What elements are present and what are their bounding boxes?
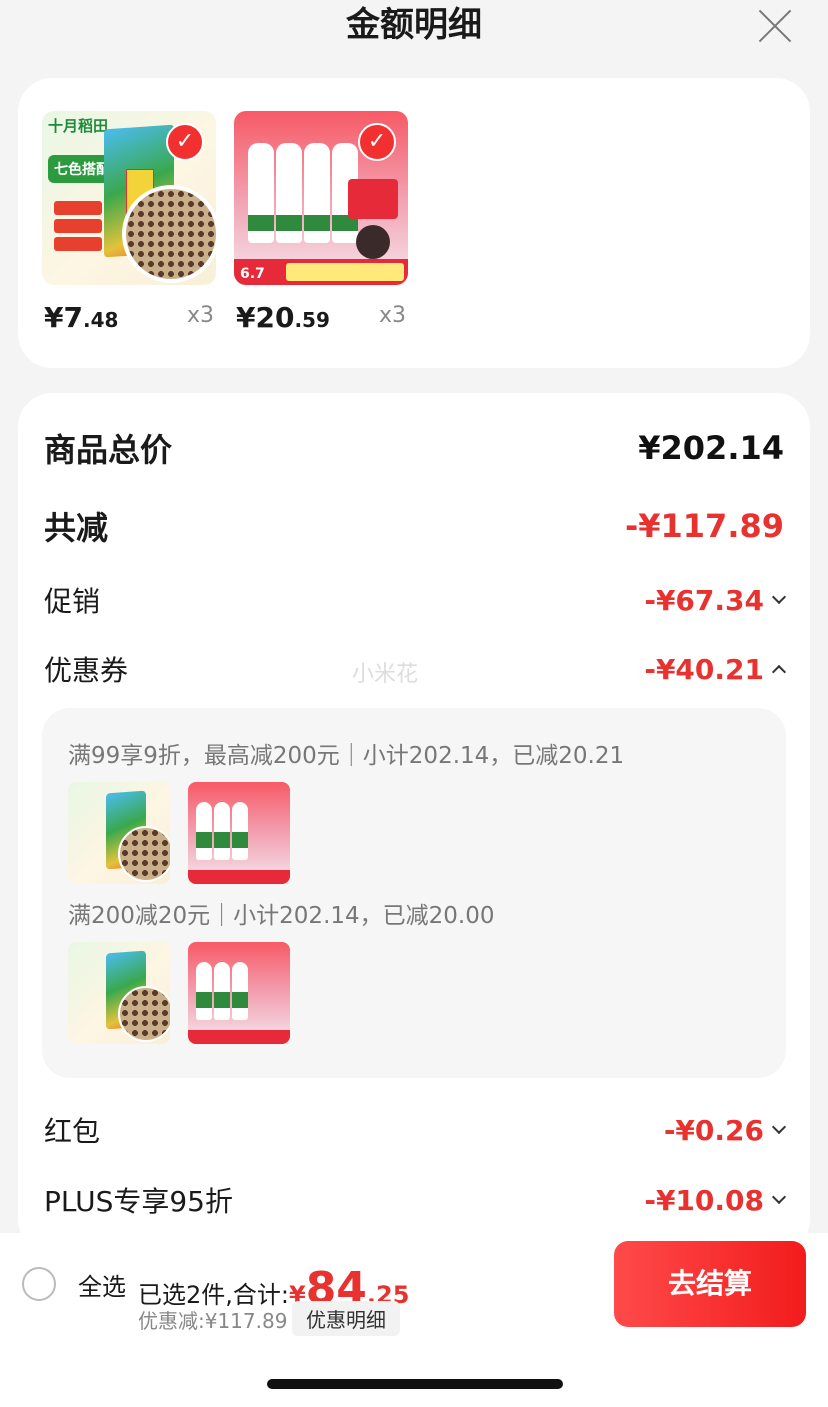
- check-icon[interactable]: ✓: [358, 123, 396, 161]
- bottle-graphic: [214, 962, 230, 1020]
- product-thumb-milk: [188, 782, 290, 884]
- redpacket-row[interactable]: 红包 -¥0.26: [44, 1110, 787, 1150]
- bottle-graphic: [232, 802, 248, 860]
- bottle-graphic: [276, 143, 302, 243]
- page-title: 金额明细: [346, 5, 482, 45]
- total-value: ¥202.14: [638, 429, 784, 467]
- select-all-label[interactable]: 全选: [78, 1267, 126, 1302]
- coupon-detail-box: 满99享9折，最高减200元｜小计202.14，已减20.21 满200减20元…: [42, 708, 786, 1078]
- sale-badge: [348, 179, 398, 219]
- plus-value: -¥10.08: [644, 1184, 787, 1217]
- total-label: 商品总价: [44, 431, 173, 469]
- chevron-down-icon[interactable]: [771, 1119, 787, 1135]
- bowl-graphic: [118, 986, 170, 1042]
- product-price: ¥20.59: [236, 301, 330, 334]
- bottle-graphic: [214, 802, 230, 860]
- bowl-graphic: [122, 185, 216, 283]
- promo-band: [188, 1030, 290, 1044]
- product-thumb-rice: [68, 942, 170, 1044]
- reduce-value: -¥117.89: [624, 507, 784, 545]
- product-brand: 十月稻田: [48, 117, 109, 135]
- product-price: ¥7.48: [44, 301, 119, 334]
- plus-label: PLUS专享95折: [44, 1185, 233, 1218]
- promo-label: 促销: [44, 585, 101, 618]
- promo-row[interactable]: 促销 -¥67.34: [44, 580, 787, 620]
- product-qty: x3: [378, 303, 406, 328]
- model-photo: [356, 225, 390, 259]
- bottle-graphic: [196, 962, 212, 1020]
- redpacket-label: 红包: [44, 1115, 101, 1148]
- chevron-up-icon[interactable]: [771, 664, 787, 680]
- product-item[interactable]: 6.7 ✓ ¥20.59 x3: [234, 111, 408, 334]
- chevron-down-icon[interactable]: [771, 1189, 787, 1205]
- home-indicator: [267, 1379, 563, 1389]
- product-image-milk: 6.7 ✓: [234, 111, 408, 285]
- coupon-rule: 满99享9折，最高减200元｜小计202.14，已减20.21: [68, 743, 625, 769]
- bottle-graphic: [304, 143, 330, 243]
- product-image-rice: 十月稻田 七色搭配 ✓: [42, 111, 216, 285]
- bottle-graphic: [196, 802, 212, 860]
- bowl-graphic: [118, 826, 170, 882]
- coupon-rule: 满200减20元｜小计202.14，已减20.00: [68, 903, 495, 929]
- discount-detail-button[interactable]: 优惠明细: [292, 1301, 400, 1336]
- reduce-row: 共减 -¥117.89: [44, 506, 784, 547]
- checkout-bar: 全选 已选2件,合计:¥84.25 优惠减:¥117.89 优惠明细 去结算: [0, 1233, 828, 1407]
- check-icon[interactable]: ✓: [166, 123, 204, 161]
- product-item[interactable]: 十月稻田 七色搭配 ✓ ¥7.48 x3: [42, 111, 216, 334]
- checkout-button[interactable]: 去结算: [614, 1241, 806, 1327]
- product-card: 十月稻田 七色搭配 ✓ ¥7.48 x3 6.7 ✓ ¥20.59 x3: [18, 78, 810, 368]
- saved-amount: 优惠减:¥117.89: [138, 1309, 288, 1333]
- plus-row[interactable]: PLUS专享95折 -¥10.08: [44, 1180, 787, 1220]
- coupon-value: -¥40.21: [644, 653, 787, 686]
- label-pill: [54, 237, 102, 251]
- promo-value: -¥67.34: [644, 584, 787, 617]
- redpacket-value: -¥0.26: [664, 1114, 787, 1147]
- select-all-radio[interactable]: [22, 1267, 56, 1301]
- reduce-label: 共减: [44, 509, 109, 547]
- product-thumb-rice: [68, 782, 170, 884]
- bottle-graphic: [248, 143, 274, 243]
- price-breakdown: 商品总价 ¥202.14 共减 -¥117.89 促销 -¥67.34 优惠券 …: [18, 393, 810, 1253]
- bottle-graphic: [232, 962, 248, 1020]
- label-pill: [54, 219, 102, 233]
- promo-strip: [286, 263, 404, 281]
- promo-price: 6.7: [240, 266, 265, 282]
- product-qty: x3: [186, 303, 214, 328]
- promo-band: [188, 870, 290, 884]
- watermark: 小米花: [352, 662, 419, 687]
- close-icon[interactable]: [756, 6, 794, 44]
- label-pill: [54, 201, 102, 215]
- coupon-label: 优惠券: [44, 654, 129, 687]
- total-row: 商品总价 ¥202.14: [44, 428, 784, 469]
- product-thumb-milk: [188, 942, 290, 1044]
- chevron-down-icon[interactable]: [771, 589, 787, 605]
